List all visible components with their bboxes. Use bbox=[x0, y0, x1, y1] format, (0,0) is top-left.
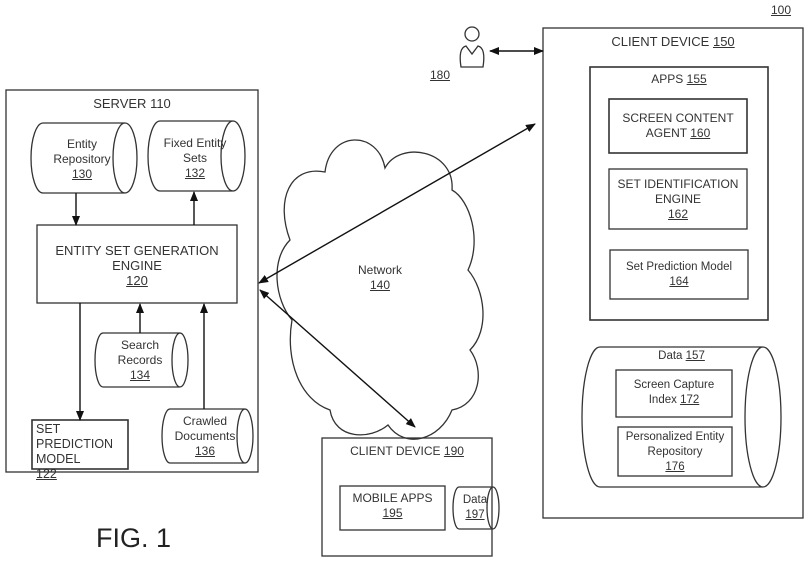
engine-label: ENTITY SET GENERATION ENGINE 120 bbox=[55, 243, 219, 288]
mobile-apps-label: MOBILE APPS 195 bbox=[352, 491, 433, 520]
set-prediction-model-164-label: Set Prediction Model 164 bbox=[625, 261, 733, 288]
client-150-title: CLIENT DEVICE 150 bbox=[611, 34, 735, 49]
data-197-label: Data 197 bbox=[462, 494, 488, 521]
user-icon bbox=[459, 26, 485, 68]
crawled-documents-label: Crawled Documents 136 bbox=[174, 414, 236, 458]
set-prediction-model-label: SET PREDICTION MODEL 122 bbox=[36, 422, 114, 481]
figure-label: FIG. 1 bbox=[96, 523, 172, 553]
network-label: Network 140 bbox=[357, 263, 402, 292]
fixed-entity-sets-label: Fixed Entity Sets 132 bbox=[163, 136, 227, 180]
client-190-title: CLIENT DEVICE 190 bbox=[350, 444, 464, 458]
screen-content-agent-label: SCREEN CONTENT AGENT 160 bbox=[622, 111, 734, 140]
data-157-title: Data 157 bbox=[658, 350, 705, 362]
personalized-entity-repository-label: Personalized Entity Repository 176 bbox=[625, 431, 725, 473]
user-ref: 180 bbox=[429, 68, 451, 82]
set-identification-engine-label: SET IDENTIFICATION ENGINE 162 bbox=[617, 177, 739, 221]
arrow-server-client190 bbox=[259, 289, 416, 428]
system-ref: 100 bbox=[770, 3, 792, 17]
server-title: SERVER 110 bbox=[93, 96, 171, 111]
apps-title: APPS 155 bbox=[651, 72, 707, 86]
arrow-server-client150 bbox=[258, 123, 536, 284]
entity-repository-label: Entity Repository 130 bbox=[53, 137, 111, 181]
screen-capture-index-label: Screen Capture Index 172 bbox=[633, 379, 715, 406]
search-records-label: Search Records 134 bbox=[117, 338, 163, 382]
